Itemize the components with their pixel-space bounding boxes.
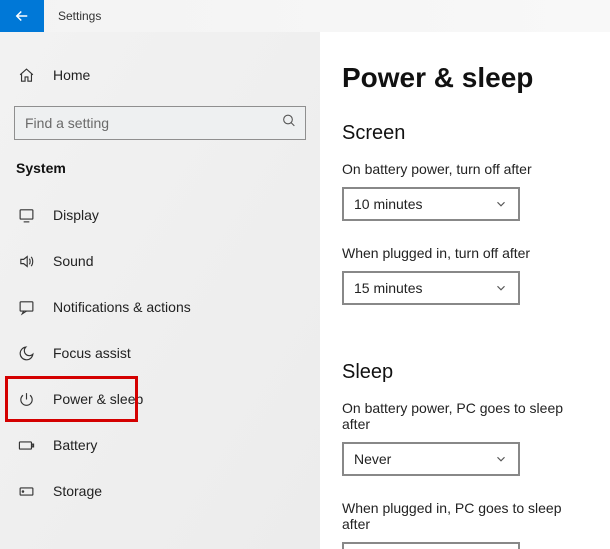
select-sleep-battery[interactable]: Never <box>342 442 520 476</box>
chevron-down-icon <box>494 197 508 211</box>
sidebar-item-label: Storage <box>53 483 102 499</box>
field-screen-plugged: When plugged in, turn off after 15 minut… <box>342 245 588 305</box>
home-label: Home <box>53 67 90 83</box>
field-sleep-plugged: When plugged in, PC goes to sleep after … <box>342 500 588 549</box>
sidebar-item-label: Notifications & actions <box>53 299 191 315</box>
back-button[interactable] <box>0 0 44 32</box>
select-value: Never <box>354 451 391 467</box>
storage-icon <box>18 483 35 500</box>
sidebar-item-storage[interactable]: Storage <box>0 468 320 514</box>
monitor-icon <box>18 207 35 224</box>
battery-icon <box>18 437 35 454</box>
field-label: On battery power, PC goes to sleep after <box>342 400 588 432</box>
select-value: 15 minutes <box>354 280 422 296</box>
titlebar: Settings <box>0 0 610 32</box>
content: Power & sleep Screen On battery power, t… <box>320 32 610 549</box>
home-icon <box>18 67 35 84</box>
sidebar-nav: Display Sound Notifications & actions Fo… <box>0 192 320 514</box>
field-screen-battery: On battery power, turn off after 10 minu… <box>342 161 588 221</box>
search-wrap <box>0 94 320 150</box>
spacer <box>342 329 588 355</box>
search-input[interactable] <box>15 107 305 139</box>
sidebar-item-label: Display <box>53 207 99 223</box>
body: Home System Display Sound <box>0 32 610 549</box>
window-title: Settings <box>44 9 101 23</box>
sidebar-group-label: System <box>0 150 320 192</box>
sidebar-item-sound[interactable]: Sound <box>0 238 320 284</box>
field-label: When plugged in, PC goes to sleep after <box>342 500 588 532</box>
select-screen-plugged[interactable]: 15 minutes <box>342 271 520 305</box>
field-sleep-battery: On battery power, PC goes to sleep after… <box>342 400 588 476</box>
field-label: When plugged in, turn off after <box>342 245 588 261</box>
settings-window: Settings Home System Display <box>0 0 610 549</box>
speaker-icon <box>18 253 35 270</box>
search-box[interactable] <box>14 106 306 140</box>
sidebar-item-notifications[interactable]: Notifications & actions <box>0 284 320 330</box>
section-heading-sleep: Sleep <box>342 361 588 384</box>
field-label: On battery power, turn off after <box>342 161 588 177</box>
power-icon <box>18 391 35 408</box>
chevron-down-icon <box>494 452 508 466</box>
sidebar-item-label: Focus assist <box>53 345 131 361</box>
select-value: 10 minutes <box>354 196 422 212</box>
sidebar-item-label: Power & sleep <box>53 391 143 407</box>
sidebar: Home System Display Sound <box>0 32 320 549</box>
sidebar-item-focus-assist[interactable]: Focus assist <box>0 330 320 376</box>
sidebar-item-label: Sound <box>53 253 93 269</box>
sidebar-item-battery[interactable]: Battery <box>0 422 320 468</box>
sidebar-item-display[interactable]: Display <box>0 192 320 238</box>
arrow-left-icon <box>13 7 31 25</box>
select-sleep-plugged[interactable]: Never <box>342 542 520 549</box>
search-icon <box>281 113 297 134</box>
page-title: Power & sleep <box>342 62 588 94</box>
sidebar-item-power-sleep[interactable]: Power & sleep <box>0 376 320 422</box>
select-screen-battery[interactable]: 10 minutes <box>342 187 520 221</box>
section-heading-screen: Screen <box>342 122 588 145</box>
sidebar-item-label: Battery <box>53 437 97 453</box>
home-button[interactable]: Home <box>0 56 320 94</box>
moon-icon <box>18 345 35 362</box>
notification-icon <box>18 299 35 316</box>
chevron-down-icon <box>494 281 508 295</box>
